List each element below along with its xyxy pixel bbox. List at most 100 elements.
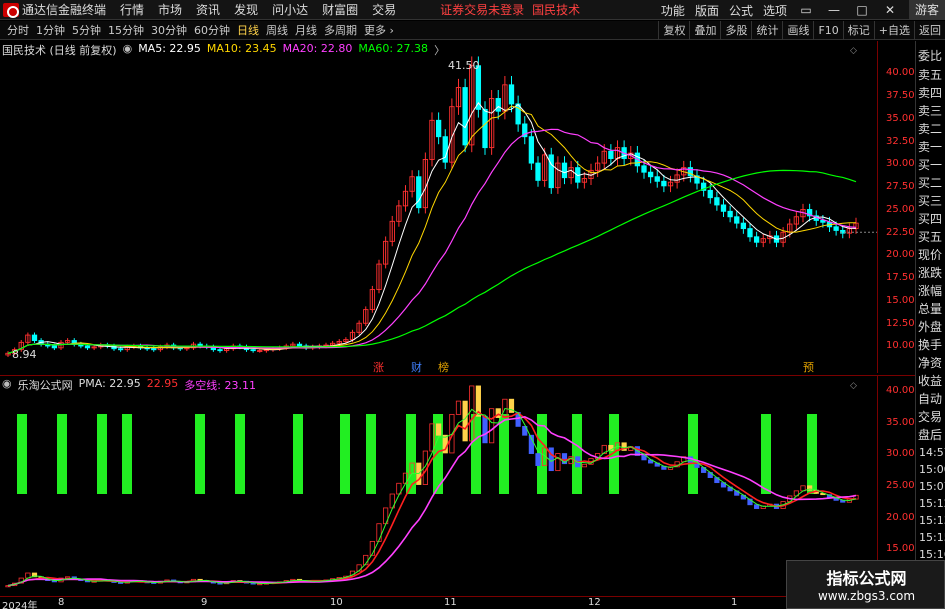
candle-body bbox=[217, 349, 223, 352]
top-menu-bar: 通达信金融终端 行情 市场 资讯 发现 问小达 财富圈 交易 证券交易未登录 国… bbox=[0, 0, 945, 20]
y-tick: 25.00 bbox=[886, 204, 915, 215]
guest-button[interactable]: 游客 bbox=[908, 0, 945, 20]
ma10-label: MA10: 23.45 bbox=[206, 42, 277, 55]
period-5min[interactable]: 5分钟 bbox=[72, 22, 101, 38]
period-1min[interactable]: 1分钟 bbox=[36, 22, 65, 38]
side-label[interactable]: 委比 bbox=[918, 47, 942, 64]
y-tick: 30.00 bbox=[886, 158, 915, 169]
trade-time: 15:13 bbox=[919, 514, 945, 527]
sub-candle bbox=[754, 504, 760, 509]
side-label: 涨跌 bbox=[918, 266, 943, 280]
menu-options[interactable]: 选项 bbox=[763, 2, 787, 19]
menu-ask-xiaoda[interactable]: 问小达 bbox=[272, 1, 308, 18]
indicator-panel[interactable]: ◇ ◉ 乐淘公式网 PMA: 22.95 22.95 多空线: 23.11 40… bbox=[0, 375, 915, 595]
menu-news[interactable]: 资讯 bbox=[196, 1, 220, 18]
legend-more-icon[interactable]: 〉 bbox=[434, 42, 445, 58]
indicator-chart[interactable]: ◇ bbox=[0, 376, 877, 596]
legend-toggle-icon[interactable]: ◉ bbox=[123, 42, 133, 58]
candle-body bbox=[661, 180, 667, 187]
minimize-icon[interactable]: — bbox=[825, 3, 843, 17]
menu-trade[interactable]: 交易 bbox=[372, 1, 396, 18]
y-tick: 25.00 bbox=[886, 480, 915, 491]
event-tag-finance[interactable]: 财 bbox=[411, 359, 422, 375]
event-tag-ranking[interactable]: 榜 bbox=[438, 359, 449, 375]
kline-chart[interactable]: ◇ bbox=[0, 41, 877, 373]
candle-body bbox=[833, 226, 839, 231]
period-intraday[interactable]: 分时 bbox=[7, 22, 29, 38]
add-watchlist-button[interactable]: +自选 bbox=[873, 21, 914, 40]
candle-body bbox=[462, 87, 468, 146]
event-tag-limit-up[interactable]: 涨 bbox=[373, 359, 384, 375]
menu-layout[interactable]: 版面 bbox=[695, 2, 719, 19]
candle-body bbox=[720, 204, 727, 212]
y-tick: 20.00 bbox=[886, 249, 915, 260]
period-60min[interactable]: 60分钟 bbox=[194, 22, 230, 38]
period-daily[interactable]: 日线 bbox=[237, 22, 259, 38]
time-tick: 12 bbox=[588, 597, 601, 608]
candle-body bbox=[296, 343, 303, 347]
y-tick: 27.50 bbox=[886, 181, 915, 192]
side-label[interactable]: 自动 bbox=[918, 390, 942, 407]
side-label[interactable]: 交易 bbox=[918, 408, 942, 425]
period-multi[interactable]: 多周期 bbox=[324, 22, 357, 38]
back-button[interactable]: 返回 bbox=[914, 21, 945, 40]
menu-function[interactable]: 功能 bbox=[661, 2, 685, 19]
app-logo-icon bbox=[3, 2, 19, 18]
overlay-button[interactable]: 叠加 bbox=[689, 21, 720, 40]
sub-candle bbox=[436, 423, 442, 436]
multi-stock-button[interactable]: 多股 bbox=[720, 21, 751, 40]
candle-body bbox=[51, 345, 58, 349]
y-tick: 20.00 bbox=[886, 512, 915, 523]
trade-time: 14:57 bbox=[919, 446, 945, 459]
candle-body bbox=[416, 176, 422, 209]
side-label: 涨幅 bbox=[918, 284, 943, 298]
main-kline-panel[interactable]: ◇ 国民技术 (日线 前复权) ◉ MA5: 22.95 MA10: 23.45… bbox=[0, 41, 915, 375]
period-monthly[interactable]: 月线 bbox=[295, 22, 317, 38]
menu-discover[interactable]: 发现 bbox=[234, 1, 258, 18]
period-30min[interactable]: 30分钟 bbox=[151, 22, 187, 38]
draw-line-button[interactable]: 画线 bbox=[782, 21, 813, 40]
trade-time: 15:15 bbox=[919, 531, 945, 544]
signal-bar bbox=[572, 414, 582, 494]
pma-label: PMA: 22.95 bbox=[78, 377, 141, 390]
menu-formula[interactable]: 公式 bbox=[729, 2, 753, 19]
f10-button[interactable]: F10 bbox=[813, 21, 842, 40]
sub-candle bbox=[641, 455, 647, 461]
menu-quotes[interactable]: 行情 bbox=[120, 1, 144, 18]
restore-icon[interactable]: ▭ bbox=[797, 3, 815, 17]
adjust-button[interactable]: 复权 bbox=[658, 21, 689, 40]
side-label[interactable]: 盘后 bbox=[918, 426, 942, 443]
period-weekly[interactable]: 周线 bbox=[266, 22, 288, 38]
ma5-label: MA5: 22.95 bbox=[138, 42, 201, 55]
mark-button[interactable]: 标记 bbox=[842, 21, 874, 40]
stats-button[interactable]: 统计 bbox=[751, 21, 782, 40]
close-icon[interactable]: ✕ bbox=[881, 3, 899, 17]
time-axis: 2024年 8 9 10 11 12 1 bbox=[0, 596, 915, 609]
y-tick: 30.00 bbox=[886, 448, 915, 459]
sub-candle bbox=[65, 576, 71, 579]
candle-body bbox=[647, 171, 654, 178]
y-tick: 22.50 bbox=[886, 227, 915, 238]
period-15min[interactable]: 15分钟 bbox=[108, 22, 144, 38]
time-tick: 10 bbox=[330, 597, 343, 608]
side-label: 卖二 bbox=[918, 122, 943, 136]
candle-body bbox=[482, 108, 488, 149]
signal-bar bbox=[235, 414, 245, 494]
menu-market[interactable]: 市场 bbox=[158, 1, 182, 18]
sub-candle bbox=[581, 463, 587, 468]
side-label: 外盘 bbox=[918, 320, 943, 334]
y-tick: 17.50 bbox=[886, 272, 915, 283]
event-tag-forecast[interactable]: 预 bbox=[803, 359, 814, 375]
menu-wealth-circle[interactable]: 财富圈 bbox=[322, 1, 358, 18]
sub-legend-toggle-icon[interactable]: ◉ bbox=[2, 377, 12, 393]
indicator-name[interactable]: 乐淘公式网 bbox=[18, 377, 73, 393]
maximize-icon[interactable]: □ bbox=[853, 3, 871, 17]
signal-bar bbox=[688, 414, 698, 494]
side-label: 买二 bbox=[918, 176, 943, 190]
candle-body bbox=[707, 189, 713, 199]
pma-value-label: 22.95 bbox=[146, 377, 179, 390]
candle-body bbox=[641, 165, 647, 173]
trade-login-warning[interactable]: 证券交易未登录 bbox=[440, 1, 524, 18]
period-more[interactable]: 更多 › bbox=[364, 22, 394, 38]
diamond-icon: ◇ bbox=[850, 381, 857, 391]
